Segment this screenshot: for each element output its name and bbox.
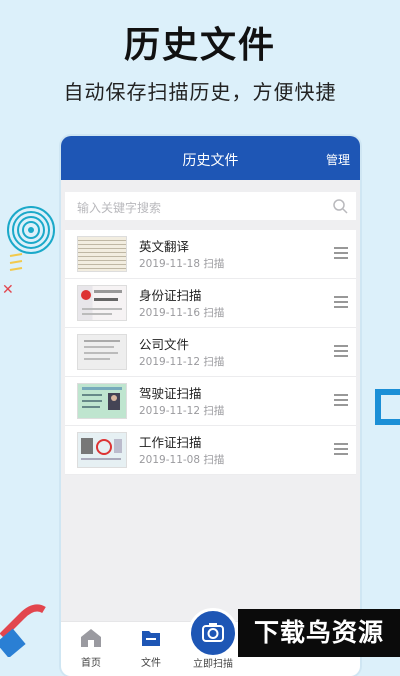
tab-home[interactable]: 首页 xyxy=(66,628,116,669)
list-item[interactable]: 英文翻译 2019-11-18 扫描 xyxy=(65,230,356,279)
camera-icon xyxy=(202,623,224,642)
home-icon xyxy=(81,629,101,647)
tab-home-label: 首页 xyxy=(81,658,101,669)
watermark-logo: 下载鸟资源 xyxy=(238,609,400,657)
list-item[interactable]: 驾驶证扫描 2019-11-12 扫描 xyxy=(65,377,356,426)
folder-icon xyxy=(142,631,160,646)
file-date: 2019-11-16 扫描 xyxy=(139,307,225,319)
menu-icon[interactable] xyxy=(334,345,348,357)
file-title: 公司文件 xyxy=(139,337,190,352)
list-item[interactable]: 身份证扫描 2019-11-16 扫描 xyxy=(65,279,356,328)
nav-bar: 历史文件 管理 xyxy=(61,136,360,180)
file-title: 驾驶证扫描 xyxy=(139,386,202,401)
list-item[interactable]: 工作证扫描 2019-11-08 扫描 xyxy=(65,426,356,475)
cross-decoration-icon: ✕ xyxy=(2,282,14,298)
menu-icon[interactable] xyxy=(334,296,348,308)
tab-files[interactable]: 文件 xyxy=(126,628,176,669)
menu-icon[interactable] xyxy=(334,247,348,259)
scan-button[interactable] xyxy=(188,608,238,658)
spiral-decoration-icon xyxy=(7,206,55,254)
document-thumbnail-icon xyxy=(77,236,127,272)
work-card-thumbnail-icon xyxy=(77,432,127,468)
file-title: 工作证扫描 xyxy=(139,435,202,450)
scan-label: 立即扫描 xyxy=(193,659,233,670)
id-card-thumbnail-icon xyxy=(77,285,127,321)
file-date: 2019-11-12 扫描 xyxy=(139,405,225,417)
phone-screen: 历史文件 管理 输入关键字搜索 英文翻译 2019-11-18 扫描 身份证扫描… xyxy=(61,136,360,676)
menu-icon[interactable] xyxy=(334,443,348,455)
search-input[interactable]: 输入关键字搜索 xyxy=(65,192,356,220)
search-icon[interactable] xyxy=(332,198,348,214)
hero-subtitle: 自动保存扫描历史，方便快捷 xyxy=(63,80,337,104)
magnet-decoration-icon xyxy=(0,604,46,657)
file-date: 2019-11-08 扫描 xyxy=(139,454,225,466)
license-thumbnail-icon xyxy=(77,383,127,419)
file-title: 身份证扫描 xyxy=(139,288,202,303)
tab-files-label: 文件 xyxy=(141,658,161,669)
nav-title: 历史文件 xyxy=(182,153,239,169)
manage-button[interactable]: 管理 xyxy=(326,151,350,168)
bracket-decoration-icon xyxy=(375,389,400,425)
search-placeholder: 输入关键字搜索 xyxy=(77,201,162,215)
list-item[interactable]: 公司文件 2019-11-12 扫描 xyxy=(65,328,356,377)
file-title: 英文翻译 xyxy=(139,239,190,254)
file-date: 2019-11-18 扫描 xyxy=(139,258,225,270)
hero-title: 历史文件 xyxy=(123,25,276,66)
menu-icon[interactable] xyxy=(334,394,348,406)
document-thumbnail-icon xyxy=(77,334,127,370)
dots-decoration-icon xyxy=(9,253,23,271)
file-date: 2019-11-12 扫描 xyxy=(139,356,225,368)
file-list: 英文翻译 2019-11-18 扫描 身份证扫描 2019-11-16 扫描 公… xyxy=(65,230,356,475)
